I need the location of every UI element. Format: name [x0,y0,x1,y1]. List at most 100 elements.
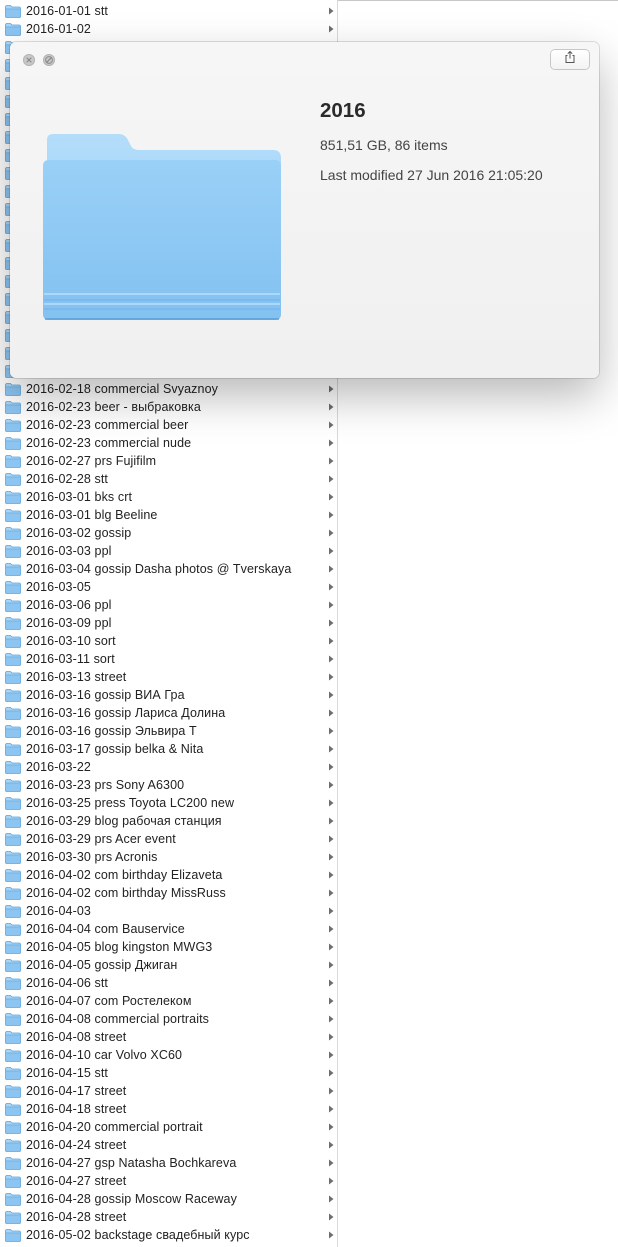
folder-icon [5,22,21,36]
list-item[interactable]: 2016-03-16 gossip ВИА Гра [0,686,338,704]
list-item-label: 2016-04-02 com birthday MissRuss [26,886,226,900]
list-item[interactable]: 2016-03-30 prs Acronis [0,848,338,866]
list-item-label: 2016-03-16 gossip ВИА Гра [26,688,185,702]
list-item[interactable]: 2016-04-07 com Ростелеком [0,992,338,1010]
chevron-right-icon [327,654,335,664]
list-item[interactable]: 2016-04-24 street [0,1136,338,1154]
folder-icon [5,1210,21,1224]
chevron-right-icon [327,870,335,880]
list-item[interactable]: 2016-03-05 [0,578,338,596]
folder-icon [5,382,21,396]
list-item[interactable]: 2016-03-17 gossip belka & Nita [0,740,338,758]
list-item[interactable]: 2016-02-28 stt [0,470,338,488]
list-item[interactable]: 2016-04-03 [0,902,338,920]
list-item[interactable]: 2016-04-27 street [0,1172,338,1190]
list-item[interactable]: 2016-04-27 gsp Natasha Bochkareva [0,1154,338,1172]
list-item-label: 2016-03-30 prs Acronis [26,850,158,864]
list-item[interactable]: 2016-03-03 ppl [0,542,338,560]
list-item[interactable]: 2016-03-01 bks crt [0,488,338,506]
list-item[interactable]: 2016-03-01 blg Beeline [0,506,338,524]
list-item[interactable]: 2016-05-02 backstage свадебный курс [0,1226,338,1244]
list-item[interactable]: 2016-04-02 com birthday MissRuss [0,884,338,902]
list-item[interactable]: 2016-03-16 gossip Эльвира Т [0,722,338,740]
list-item[interactable]: 2016-04-02 com birthday Elizaveta [0,866,338,884]
list-item[interactable]: 2016-03-25 press Toyota LC200 new [0,794,338,812]
list-item[interactable]: 2016-03-16 gossip Лариса Долина [0,704,338,722]
list-item[interactable]: 2016-02-23 beer - выбраковка [0,398,338,416]
list-item[interactable]: 2016-04-18 street [0,1100,338,1118]
list-item[interactable]: 2016-04-05 gossip Джиган [0,956,338,974]
chevron-right-icon [327,672,335,682]
list-item-label: 2016-03-01 blg Beeline [26,508,158,522]
chevron-right-icon [327,852,335,862]
list-item[interactable]: 2016-04-06 stt [0,974,338,992]
list-item[interactable]: 2016-03-23 prs Sony A6300 [0,776,338,794]
list-item[interactable]: 2016-04-20 commercial portrait [0,1118,338,1136]
list-item[interactable]: 2016-04-15 stt [0,1064,338,1082]
chevron-right-icon [327,1086,335,1096]
item-name: 2016 [320,99,366,122]
folder-icon [5,724,21,738]
list-item-label: 2016-02-27 prs Fujifilm [26,454,157,468]
chevron-right-icon [327,960,335,970]
chevron-right-icon [327,564,335,574]
chevron-right-icon [327,420,335,430]
list-item[interactable]: 2016-04-28 gossip Moscow Raceway [0,1190,338,1208]
chevron-right-icon [327,834,335,844]
folder-icon [5,472,21,486]
chevron-right-icon [327,456,335,466]
chevron-right-icon [327,1230,335,1240]
list-item[interactable]: 2016-03-06 ppl [0,596,338,614]
list-item-label: 2016-02-18 commercial Svyaznoy [26,382,218,396]
list-item-label: 2016-04-15 stt [26,1066,109,1080]
list-item-label: 2016-03-13 street [26,670,127,684]
chevron-right-icon [327,816,335,826]
folder-icon [5,436,21,450]
list-item[interactable]: 2016-04-28 street [0,1208,338,1226]
share-button[interactable] [551,50,589,69]
list-item[interactable]: 2016-03-09 ppl [0,614,338,632]
close-icon[interactable] [23,54,35,66]
list-item[interactable]: 2016-01-02 [0,20,338,38]
list-item[interactable]: 2016-03-04 gossip Dasha photos @ Tverska… [0,560,338,578]
list-item[interactable]: 2016-03-29 blog рабочая станция [0,812,338,830]
list-item[interactable]: 2016-04-04 com Bauservice [0,920,338,938]
list-item[interactable]: 2016-03-13 street [0,668,338,686]
folder-icon [5,562,21,576]
list-item[interactable]: 2016-02-23 commercial beer [0,416,338,434]
list-item[interactable]: 2016-04-08 commercial portraits [0,1010,338,1028]
share-icon [563,50,577,69]
list-item[interactable]: 2016-03-29 prs Acer event [0,830,338,848]
chevron-right-icon [327,474,335,484]
list-item[interactable]: 2016-02-27 prs Fujifilm [0,452,338,470]
folder-icon [5,796,21,810]
folder-icon [5,814,21,828]
fullscreen-icon[interactable] [43,54,55,66]
chevron-right-icon [327,402,335,412]
list-item[interactable]: 2016-02-23 commercial nude [0,434,338,452]
list-item-label: 2016-04-05 gossip Джиган [26,958,178,972]
list-item[interactable]: 2016-03-11 sort [0,650,338,668]
chevron-right-icon [327,978,335,988]
list-item-label: 2016-04-27 street [26,1174,127,1188]
quicklook-panel: 2016 851,51 GB, 86 items Last modified 2… [10,42,599,378]
list-item[interactable]: 2016-03-22 [0,758,338,776]
folder-icon [5,598,21,612]
list-item[interactable]: 2016-04-17 street [0,1082,338,1100]
list-item[interactable]: 2016-03-10 sort [0,632,338,650]
list-item[interactable]: 2016-04-08 street [0,1028,338,1046]
folder-icon [5,490,21,504]
folder-icon [5,886,21,900]
list-item[interactable]: 2016-01-01 stt [0,2,338,20]
list-item[interactable]: 2016-03-02 gossip [0,524,338,542]
chevron-right-icon [327,510,335,520]
chevron-right-icon [327,24,335,34]
folder-icon [5,904,21,918]
list-item-label: 2016-03-11 sort [26,652,115,666]
chevron-right-icon [327,924,335,934]
list-item-label: 2016-04-10 car Volvo XC60 [26,1048,183,1062]
list-item[interactable]: 2016-04-05 blog kingston MWG3 [0,938,338,956]
list-item[interactable]: 2016-02-18 commercial Svyaznoy [0,380,338,398]
list-item[interactable]: 2016-04-10 car Volvo XC60 [0,1046,338,1064]
list-item-label: 2016-02-23 beer - выбраковка [26,400,201,414]
